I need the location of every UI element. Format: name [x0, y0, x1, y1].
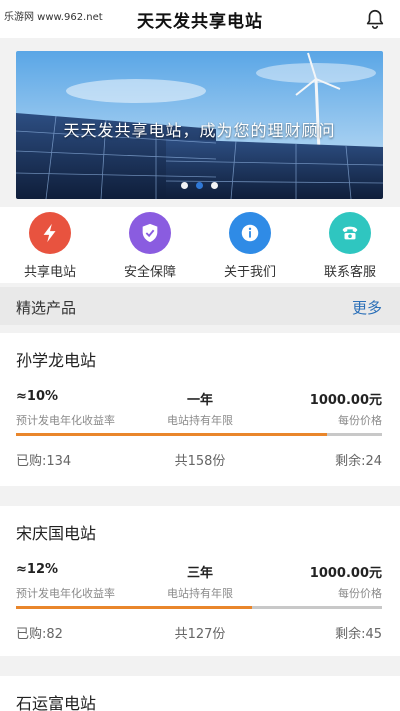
product-name: 宋庆国电站 — [16, 524, 97, 543]
lightning-icon — [29, 212, 71, 254]
annual-rate: ≈12% — [16, 562, 59, 577]
annual-rate-label: 预计发电年化收益率 — [16, 587, 115, 600]
nav-customer-service[interactable]: 联系客服 — [300, 207, 400, 283]
holding-term-label: 电站持有年限 — [167, 587, 233, 600]
annual-rate: ≈10% — [16, 389, 59, 404]
shield-check-icon — [129, 212, 171, 254]
sales-progress-fill — [16, 606, 253, 609]
carousel-indicator[interactable] — [16, 182, 383, 189]
unit-price-label: 每份价格 — [338, 587, 382, 600]
unit-price-label: 每份价格 — [338, 414, 382, 427]
unit-price: 1000.00元 — [309, 566, 382, 581]
carousel-dot-active[interactable] — [196, 182, 203, 189]
section-header: 精选产品 更多 — [0, 287, 400, 325]
sales-progress-fill — [16, 433, 328, 436]
bell-icon[interactable] — [364, 8, 386, 30]
section-title: 精选产品 — [16, 299, 77, 317]
total-count: 共158份 — [174, 454, 226, 469]
product-card[interactable]: 宋庆国电站 ≈12% 三年 1000.00元 预计发电年化收益率 电站持有年限 … — [0, 506, 400, 656]
sales-progress-bar — [16, 606, 382, 609]
nav-label: 联系客服 — [323, 265, 376, 280]
nav-shared-station[interactable]: 共享电站 — [0, 207, 100, 283]
product-name: 孙学龙电站 — [16, 351, 97, 370]
info-icon — [229, 212, 271, 254]
holding-term: 一年 — [186, 393, 213, 408]
remaining-count: 剩余:24 — [335, 454, 382, 469]
banner-caption: 天天发共享电站，成为您的理财顾问 — [63, 121, 336, 140]
unit-price: 1000.00元 — [309, 393, 382, 408]
remaining-count: 剩余:45 — [335, 627, 382, 642]
bought-count: 已购:82 — [16, 627, 63, 642]
promo-banner[interactable]: 天天发共享电站，成为您的理财顾问 — [16, 51, 383, 199]
top-bar: 乐游网 www.962.net 天天发共享电站 — [0, 0, 400, 38]
nav-security[interactable]: 安全保障 — [100, 207, 200, 283]
carousel-dot[interactable] — [211, 182, 218, 189]
sales-progress-bar — [16, 433, 382, 436]
nav-label: 安全保障 — [123, 265, 176, 280]
total-count: 共127份 — [174, 627, 226, 642]
holding-term-label: 电站持有年限 — [167, 414, 233, 427]
carousel-dot[interactable] — [181, 182, 188, 189]
quick-nav: 共享电站 安全保障 关于我们 联系客服 — [0, 207, 400, 283]
annual-rate-label: 预计发电年化收益率 — [16, 414, 115, 427]
bought-count: 已购:134 — [16, 454, 72, 469]
page-title: 天天发共享电站 — [137, 12, 263, 32]
holding-term: 三年 — [186, 566, 213, 581]
product-card[interactable]: 孙学龙电站 ≈10% 一年 1000.00元 预计发电年化收益率 电站持有年限 … — [0, 333, 400, 486]
phone-icon — [329, 212, 371, 254]
nav-label: 共享电站 — [23, 265, 76, 280]
product-name: 石运富电站 — [16, 694, 97, 711]
product-card[interactable]: 石运富电站 — [0, 676, 400, 711]
nav-about-us[interactable]: 关于我们 — [200, 207, 300, 283]
more-link[interactable]: 更多 — [352, 297, 382, 318]
nav-label: 关于我们 — [223, 265, 276, 280]
